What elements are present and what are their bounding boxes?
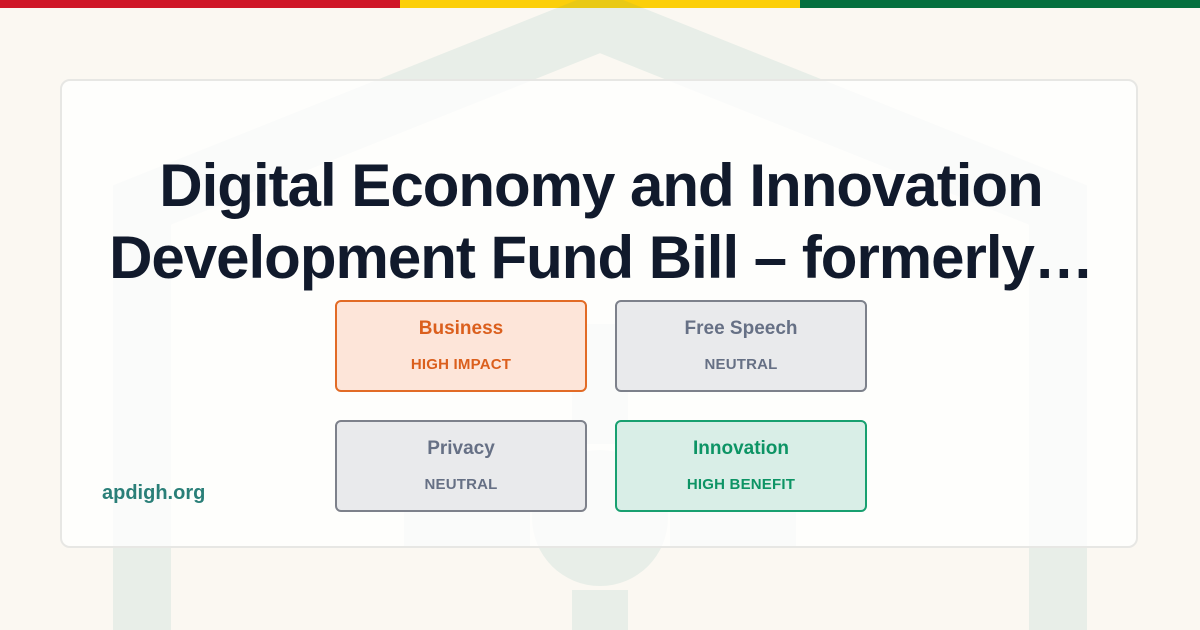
flag-green-segment — [800, 0, 1200, 8]
impact-tile-business: Business HIGH IMPACT — [335, 300, 587, 392]
impact-status: NEUTRAL — [704, 356, 778, 373]
impact-tile-innovation: Innovation HIGH BENEFIT — [615, 420, 867, 512]
page-title: Digital Economy and Innovation Developme… — [109, 152, 1094, 291]
flag-stripe — [0, 0, 1200, 8]
impact-label: Business — [418, 318, 504, 339]
flag-red-segment — [0, 0, 400, 8]
impact-tile-privacy: Privacy NEUTRAL — [335, 420, 587, 512]
summary-card: Digital Economy and Innovation Developme… — [60, 79, 1138, 548]
impact-grid: Business HIGH IMPACT Free Speech NEUTRAL… — [335, 300, 867, 512]
impact-label: Innovation — [692, 438, 790, 459]
impact-status: HIGH IMPACT — [410, 356, 512, 373]
site-domain: apdigh.org — [102, 482, 206, 504]
impact-label: Free Speech — [684, 318, 798, 339]
impact-status: NEUTRAL — [424, 476, 498, 493]
impact-status: HIGH BENEFIT — [686, 476, 796, 493]
impact-tile-free-speech: Free Speech NEUTRAL — [615, 300, 867, 392]
flag-yellow-segment — [400, 0, 800, 8]
impact-label: Privacy — [427, 438, 495, 459]
